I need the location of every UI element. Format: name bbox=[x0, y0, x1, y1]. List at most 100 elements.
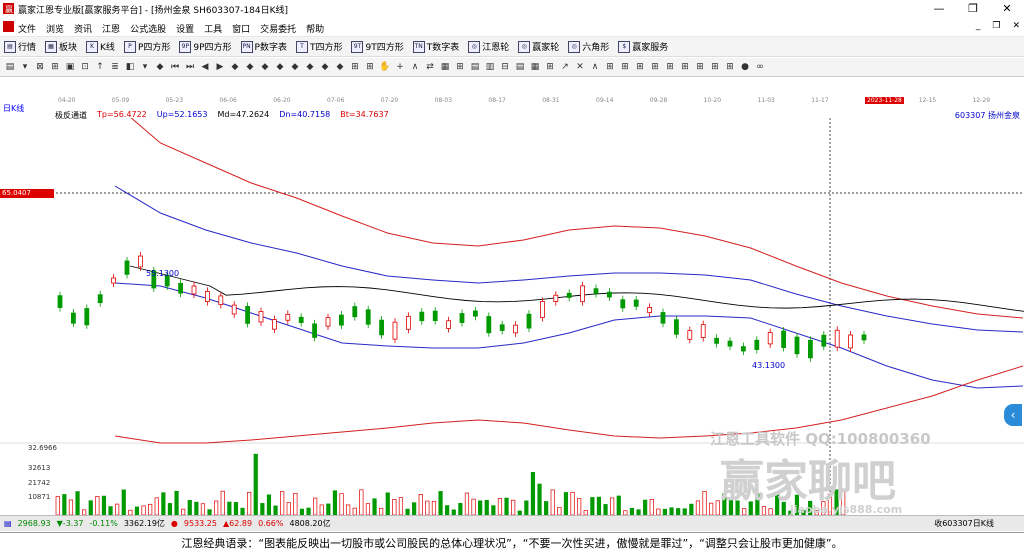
tool-icon-32[interactable]: ▥ bbox=[484, 61, 496, 73]
tool-icon-3[interactable]: ⊞ bbox=[49, 61, 61, 73]
tool-icon-0[interactable]: ▤ bbox=[4, 61, 16, 73]
sh-index[interactable]: 2968.93 bbox=[18, 519, 51, 528]
toolbar-label-11: 六角形 bbox=[582, 43, 610, 53]
tool-icon-22[interactable]: ◆ bbox=[334, 61, 346, 73]
tool-icon-46[interactable]: ⊞ bbox=[694, 61, 706, 73]
tool-icon-26[interactable]: + bbox=[394, 61, 406, 73]
toolbar-label-10: 赢家轮 bbox=[532, 43, 560, 53]
tool-icon-5[interactable]: ⊡ bbox=[79, 61, 91, 73]
tool-icon-21[interactable]: ◆ bbox=[319, 61, 331, 73]
tool-icon-28[interactable]: ⇄ bbox=[424, 61, 436, 73]
close-button[interactable]: ✕ bbox=[990, 0, 1024, 18]
tool-icon-10[interactable]: ◆ bbox=[154, 61, 166, 73]
tool-icon-39[interactable]: ∧ bbox=[589, 61, 601, 73]
tool-icon-30[interactable]: ⊞ bbox=[454, 61, 466, 73]
tool-icon-25[interactable]: ✋ bbox=[379, 61, 391, 73]
tool-icon-17[interactable]: ◆ bbox=[259, 61, 271, 73]
tool-icon-33[interactable]: ⊟ bbox=[499, 61, 511, 73]
tool-icon-4[interactable]: ▣ bbox=[64, 61, 76, 73]
tool-icon-6[interactable]: ↑ bbox=[94, 61, 106, 73]
toolbar-button-9[interactable]: ◎ 江恩轮 bbox=[468, 40, 509, 53]
tool-icon-2[interactable]: ⊠ bbox=[34, 61, 46, 73]
tool-icon-13[interactable]: ◀ bbox=[199, 61, 211, 73]
date-label-2: 05-23 bbox=[165, 97, 184, 104]
tool-icon-41[interactable]: ⊞ bbox=[619, 61, 631, 73]
toolbar-button-3[interactable]: P P四方形 bbox=[123, 40, 170, 53]
toolbar-button-11[interactable]: ◎ 六角形 bbox=[568, 40, 609, 53]
tool-icon-31[interactable]: ▤ bbox=[469, 61, 481, 73]
toolbar-button-6[interactable]: T T四方形 bbox=[295, 40, 342, 53]
toolbar-button-2[interactable]: K K线 bbox=[86, 40, 115, 53]
toolbar-button-1[interactable]: ▦ 板块 bbox=[45, 40, 77, 53]
tool-icon-40[interactable]: ⊞ bbox=[604, 61, 616, 73]
tool-icon-12[interactable]: ⏭ bbox=[184, 61, 196, 73]
tool-icon-9[interactable]: ▾ bbox=[139, 61, 151, 73]
candle-20 bbox=[325, 317, 331, 327]
app-logo-icon: 赢 bbox=[3, 3, 14, 14]
tool-icon-36[interactable]: ⊞ bbox=[544, 61, 556, 73]
toolbar-button-4[interactable]: 9P 9P四方形 bbox=[179, 40, 232, 53]
menu-item-7[interactable]: 窗口 bbox=[232, 22, 250, 35]
toolbar-icon-8: TN bbox=[412, 40, 425, 53]
candle-25 bbox=[392, 321, 398, 340]
side-expand-button[interactable]: ‹ bbox=[1004, 404, 1022, 426]
toolbar-button-10[interactable]: ◎ 赢家轮 bbox=[518, 40, 559, 53]
menu-item-2[interactable]: 资讯 bbox=[74, 22, 92, 35]
date-label-16: 12-15 bbox=[918, 97, 937, 104]
menu-item-3[interactable]: 江恩 bbox=[102, 22, 120, 35]
maximize-button[interactable]: ❐ bbox=[956, 0, 990, 18]
tool-icon-16[interactable]: ◆ bbox=[244, 61, 256, 73]
tool-icon-34[interactable]: ▤ bbox=[514, 61, 526, 73]
volume-bar-43 bbox=[339, 493, 344, 515]
tool-icon-43[interactable]: ⊞ bbox=[649, 61, 661, 73]
toolbar-button-5[interactable]: PN P数字表 bbox=[240, 40, 287, 53]
tool-icon-45[interactable]: ⊞ bbox=[679, 61, 691, 73]
tool-icon-47[interactable]: ⊞ bbox=[709, 61, 721, 73]
minimize-button[interactable]: — bbox=[922, 0, 956, 18]
tool-icon-29[interactable]: ▦ bbox=[439, 61, 451, 73]
tool-icon-35[interactable]: ▦ bbox=[529, 61, 541, 73]
toolbar-button-8[interactable]: TN T数字表 bbox=[412, 40, 459, 53]
toolbar-label-0: 行情 bbox=[18, 43, 37, 53]
menu-item-1[interactable]: 浏览 bbox=[46, 22, 64, 35]
menu-item-0[interactable]: 文件 bbox=[18, 22, 36, 35]
tool-icon-19[interactable]: ◆ bbox=[289, 61, 301, 73]
menu-item-4[interactable]: 公式选股 bbox=[130, 22, 166, 35]
tool-icon-8[interactable]: ◧ bbox=[124, 61, 136, 73]
sz-index[interactable]: 9533.25 bbox=[184, 519, 217, 528]
candle-22 bbox=[352, 306, 358, 318]
tool-icon-49[interactable]: ● bbox=[739, 61, 751, 73]
toolbar-button-7[interactable]: 9T 9T四方形 bbox=[351, 40, 404, 53]
tool-icon-20[interactable]: ◆ bbox=[304, 61, 316, 73]
menu-bar: 文件 浏览 资讯 江恩 公式选股 设置 工具 窗口 交易委托 帮助 _ ❐ ✕ bbox=[0, 18, 1024, 37]
tool-icon-24[interactable]: ⊞ bbox=[364, 61, 376, 73]
tool-icon-18[interactable]: ◆ bbox=[274, 61, 286, 73]
tool-icon-48[interactable]: ⊞ bbox=[724, 61, 736, 73]
tool-icon-23[interactable]: ⊞ bbox=[349, 61, 361, 73]
candle-26 bbox=[405, 315, 411, 330]
toolbar-button-12[interactable]: $ 赢家服务 bbox=[618, 40, 668, 53]
tool-icon-1[interactable]: ▾ bbox=[19, 61, 31, 73]
volume-bar-20 bbox=[187, 499, 192, 515]
tool-icon-27[interactable]: ∧ bbox=[409, 61, 421, 73]
date-label-7: 08-03 bbox=[434, 97, 453, 104]
mdi-button-2[interactable]: ✕ bbox=[1012, 21, 1020, 31]
tool-icon-11[interactable]: ⏮ bbox=[169, 61, 181, 73]
tool-icon-15[interactable]: ◆ bbox=[229, 61, 241, 73]
tool-icon-7[interactable]: ≣ bbox=[109, 61, 121, 73]
mdi-button-1[interactable]: ❐ bbox=[992, 21, 1000, 31]
tool-icon-44[interactable]: ⊞ bbox=[664, 61, 676, 73]
period-label[interactable]: 日K线 bbox=[3, 103, 24, 114]
tool-icon-42[interactable]: ⊞ bbox=[634, 61, 646, 73]
toolbar-button-0[interactable]: ▤ 行情 bbox=[4, 40, 36, 53]
tool-icon-38[interactable]: ✕ bbox=[574, 61, 586, 73]
tool-icon-50[interactable]: ∞ bbox=[754, 61, 766, 73]
candle-4 bbox=[111, 277, 116, 284]
mdi-button-0[interactable]: _ bbox=[976, 21, 981, 31]
tool-icon-37[interactable]: ↗ bbox=[559, 61, 571, 73]
menu-item-5[interactable]: 设置 bbox=[176, 22, 194, 35]
menu-item-8[interactable]: 交易委托 bbox=[260, 22, 296, 35]
menu-item-6[interactable]: 工具 bbox=[204, 22, 222, 35]
tool-icon-14[interactable]: ▶ bbox=[214, 61, 226, 73]
menu-item-9[interactable]: 帮助 bbox=[306, 22, 324, 35]
